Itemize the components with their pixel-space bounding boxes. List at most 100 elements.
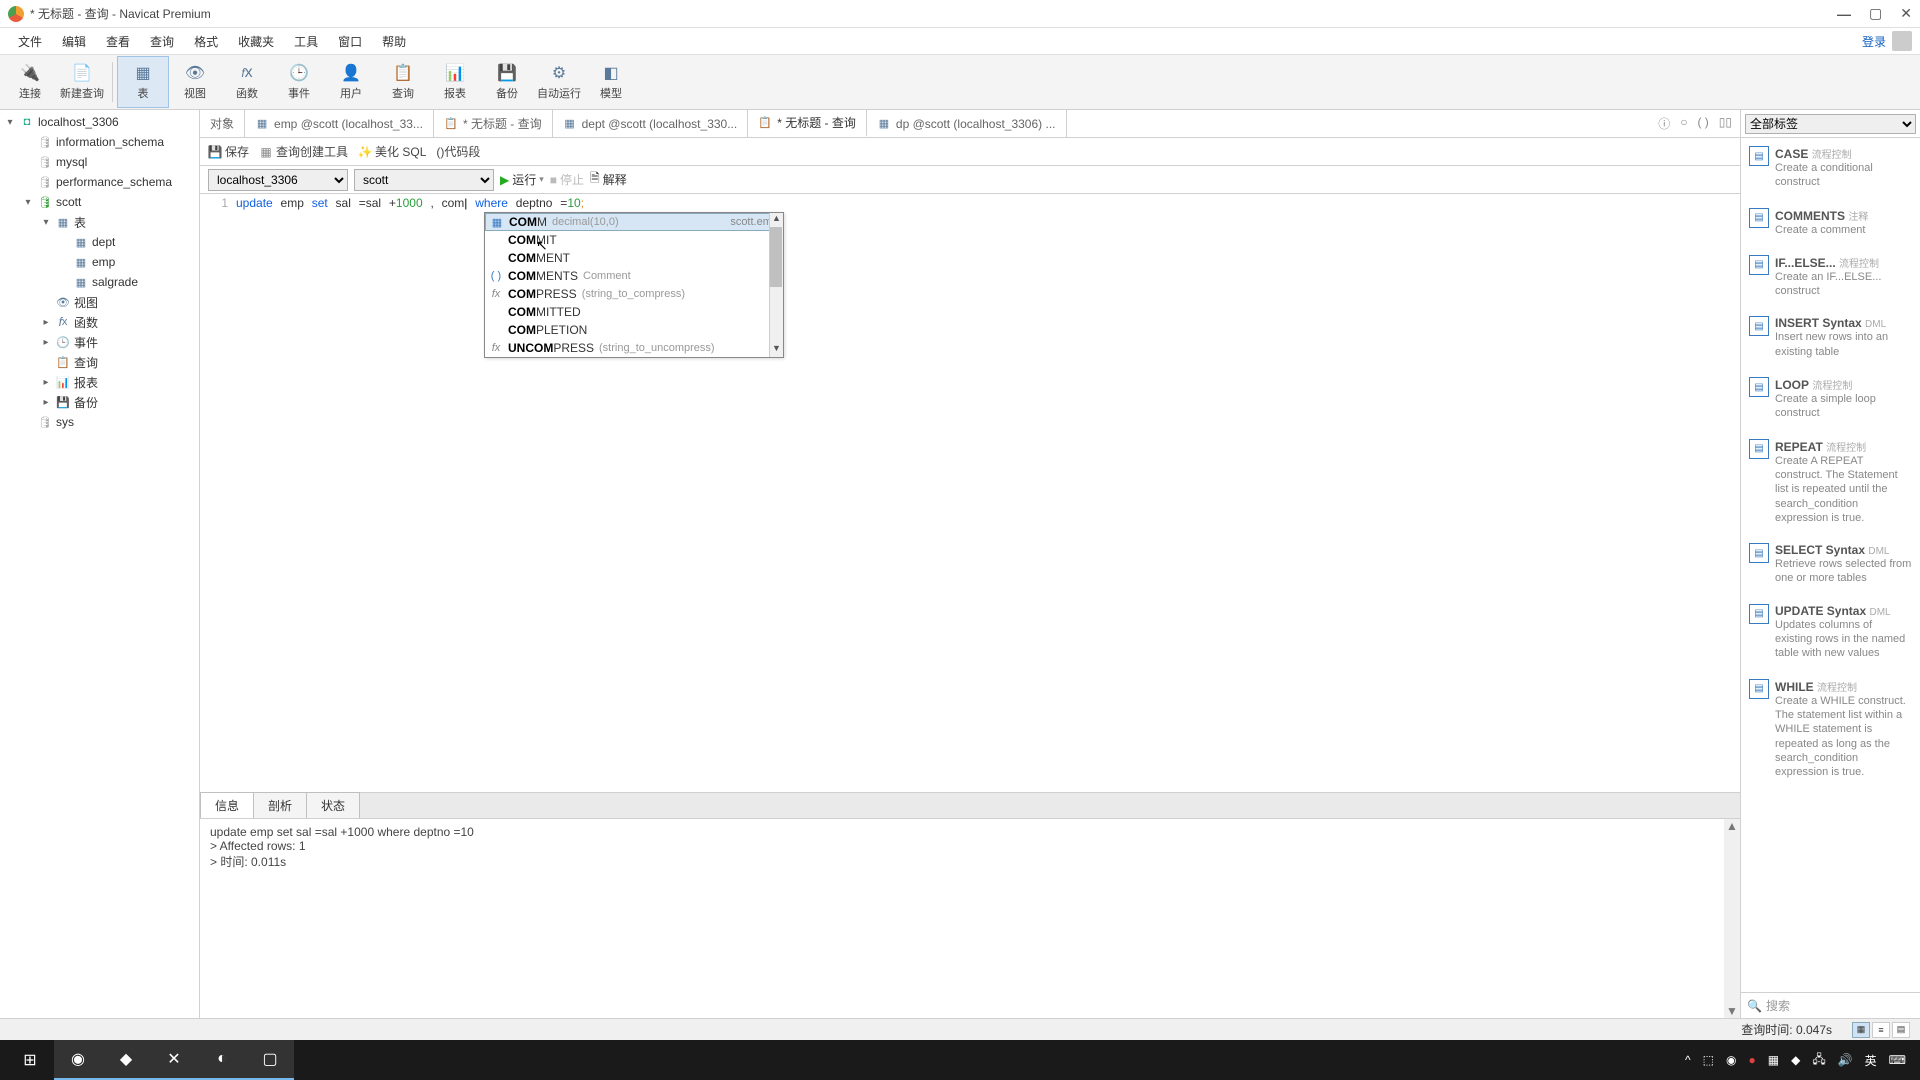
new-query-button[interactable]: 📄新建查询 — [56, 56, 108, 108]
tree-table-emp[interactable]: ▦emp — [0, 252, 199, 272]
menu-tools[interactable]: 工具 — [284, 29, 328, 54]
connection-select[interactable]: localhost_3306 — [208, 169, 348, 191]
menu-query[interactable]: 查询 — [140, 29, 184, 54]
result-tab-profile[interactable]: 剖析 — [253, 792, 307, 818]
run-button[interactable]: ▶运行▾ — [500, 171, 544, 188]
menu-view[interactable]: 查看 — [96, 29, 140, 54]
tree-table-salgrade[interactable]: ▦salgrade — [0, 272, 199, 292]
tab-objects[interactable]: 对象 — [200, 110, 245, 137]
code-area[interactable]: update emp set sal =sal +1000 , com| whe… — [236, 194, 1740, 792]
stop-button[interactable]: ■停止 — [550, 171, 584, 188]
view-list-button[interactable]: ≡ — [1872, 1022, 1890, 1038]
event-button[interactable]: 🕒事件 — [273, 56, 325, 108]
tree-conn[interactable]: ▾◘localhost_3306 — [0, 112, 199, 132]
view-grid-button[interactable]: ▦ — [1852, 1022, 1870, 1038]
msg-scrollbar[interactable]: ▲▼ — [1724, 819, 1740, 1018]
menu-help[interactable]: 帮助 — [372, 29, 416, 54]
taskbar-app[interactable]: ▢ — [246, 1040, 294, 1080]
snippet-item[interactable]: ▤WHILE 流程控制Create a WHILE construct. The… — [1741, 671, 1920, 790]
tree-db-sys[interactable]: 🛢sys — [0, 412, 199, 432]
snippet-item[interactable]: ▤SELECT Syntax DMLRetrieve rows selected… — [1741, 535, 1920, 596]
tree-db-scott[interactable]: ▾🛢scott — [0, 192, 199, 212]
ac-item[interactable]: ( )COMMENTSComment — [485, 267, 783, 285]
volume-icon[interactable]: 🔊 — [1838, 1053, 1853, 1067]
sql-editor[interactable]: 1 update emp set sal =sal +1000 , com| w… — [200, 194, 1740, 792]
tray-icon[interactable]: ● — [1748, 1053, 1755, 1067]
tab-untitled-query-1[interactable]: 📋* 无标题 - 查询 — [434, 110, 553, 137]
tray-icon[interactable]: ⬚ — [1703, 1053, 1714, 1067]
tag-select[interactable]: 全部标签 — [1745, 114, 1916, 134]
tray-icon[interactable]: ▦ — [1768, 1053, 1779, 1067]
message-pane[interactable]: update emp set sal =sal +1000 where dept… — [200, 818, 1740, 1018]
menu-file[interactable]: 文件 — [8, 29, 52, 54]
brackets-icon[interactable]: ( ) — [1697, 115, 1708, 132]
database-select[interactable]: scott — [354, 169, 494, 191]
snippet-item[interactable]: ▤INSERT Syntax DMLInsert new rows into a… — [1741, 308, 1920, 369]
ac-item[interactable]: fxCOMPRESS(string_to_compress) — [485, 285, 783, 303]
ac-item[interactable]: COMPLETION — [485, 321, 783, 339]
network-icon[interactable]: 🖧 — [1812, 1050, 1825, 1071]
circle-icon[interactable]: ○ — [1680, 115, 1687, 132]
ac-item[interactable]: ▦ COMM decimal(10,0) scott.emp — [485, 213, 783, 231]
login-link[interactable]: 登录 — [1862, 33, 1886, 50]
start-button[interactable]: ⊞ — [6, 1040, 54, 1080]
backup-button[interactable]: 💾备份 — [481, 56, 533, 108]
tree-tables[interactable]: ▾▦表 — [0, 212, 199, 232]
user-button[interactable]: 👤用户 — [325, 56, 377, 108]
ac-scrollbar[interactable]: ▲ ▼ — [769, 213, 783, 357]
view-button[interactable]: 👁视图 — [169, 56, 221, 108]
result-tab-status[interactable]: 状态 — [306, 792, 360, 818]
tree-reports[interactable]: ▸📊报表 — [0, 372, 199, 392]
snippets-list[interactable]: ▤CASE 流程控制Create a conditional construct… — [1741, 138, 1920, 992]
snippet-item[interactable]: ▤UPDATE Syntax DMLUpdates columns of exi… — [1741, 596, 1920, 671]
tree-db[interactable]: 🛢information_schema — [0, 132, 199, 152]
chevron-down-icon[interactable]: ▾ — [539, 174, 544, 185]
close-button[interactable]: ✕ — [1900, 5, 1912, 22]
tab-emp[interactable]: ▦emp @scott (localhost_33... — [245, 110, 434, 137]
menu-favorites[interactable]: 收藏夹 — [228, 29, 284, 54]
tray-icon[interactable]: ◆ — [1791, 1053, 1800, 1067]
taskbar-app[interactable]: ✕ — [150, 1040, 198, 1080]
ac-item[interactable]: fxUNCOMPRESS(string_to_uncompress) — [485, 339, 783, 357]
snippet-item[interactable]: ▤COMMENTS 注释Create a comment — [1741, 200, 1920, 247]
tree-events[interactable]: ▸🕒事件 — [0, 332, 199, 352]
snippet-button[interactable]: ()代码段 — [436, 143, 480, 160]
tree-fns[interactable]: ▸fx函数 — [0, 312, 199, 332]
tree-views[interactable]: 👁视图 — [0, 292, 199, 312]
explain-button[interactable]: 🗎解释 — [590, 169, 627, 190]
snippet-item[interactable]: ▤LOOP 流程控制Create a simple loop construct — [1741, 369, 1920, 431]
tree-table-dept[interactable]: ▦dept — [0, 232, 199, 252]
report-button[interactable]: 📊报表 — [429, 56, 481, 108]
keyboard-icon[interactable]: ⌨ — [1889, 1053, 1906, 1067]
tray-up-icon[interactable]: ^ — [1685, 1053, 1691, 1067]
taskbar-navicat[interactable]: ◐ — [198, 1040, 246, 1080]
snippet-item[interactable]: ▤IF...ELSE... 流程控制Create an IF...ELSE...… — [1741, 247, 1920, 309]
tree-backups[interactable]: ▸💾备份 — [0, 392, 199, 412]
auto-button[interactable]: ⚙自动运行 — [533, 56, 585, 108]
builder-button[interactable]: ▦查询创建工具 — [259, 143, 348, 160]
menu-window[interactable]: 窗口 — [328, 29, 372, 54]
menu-format[interactable]: 格式 — [184, 29, 228, 54]
maximize-button[interactable]: ▢ — [1869, 5, 1882, 22]
taskbar-app[interactable]: ◆ — [102, 1040, 150, 1080]
taskbar-chrome[interactable]: ◉ — [54, 1040, 102, 1080]
tree-queries[interactable]: 📋查询 — [0, 352, 199, 372]
tab-untitled-query-2[interactable]: 📋* 无标题 - 查询 — [748, 110, 867, 137]
scroll-up-icon[interactable]: ▲ — [770, 213, 783, 227]
ime-indicator[interactable]: 英 — [1865, 1052, 1877, 1069]
ac-item[interactable]: COMMITTED — [485, 303, 783, 321]
table-button[interactable]: ▦表 — [117, 56, 169, 108]
connection-tree[interactable]: ▾◘localhost_3306 🛢information_schema 🛢my… — [0, 110, 200, 1018]
scroll-down-icon[interactable]: ▼ — [770, 343, 783, 357]
avatar-icon[interactable] — [1892, 31, 1912, 51]
query-button[interactable]: 📋查询 — [377, 56, 429, 108]
scroll-thumb[interactable] — [770, 227, 782, 287]
tab-dept[interactable]: ▦dept @scott (localhost_330... — [553, 110, 749, 137]
panel-icon[interactable]: ▯▯ — [1719, 115, 1732, 132]
menu-edit[interactable]: 编辑 — [52, 29, 96, 54]
result-tab-info[interactable]: 信息 — [200, 792, 254, 819]
snippet-search[interactable]: 🔍 搜索 — [1741, 992, 1920, 1018]
view-detail-button[interactable]: ▤ — [1892, 1022, 1910, 1038]
minimize-button[interactable]: — — [1837, 6, 1851, 22]
tray-icon[interactable]: ◉ — [1726, 1053, 1736, 1067]
